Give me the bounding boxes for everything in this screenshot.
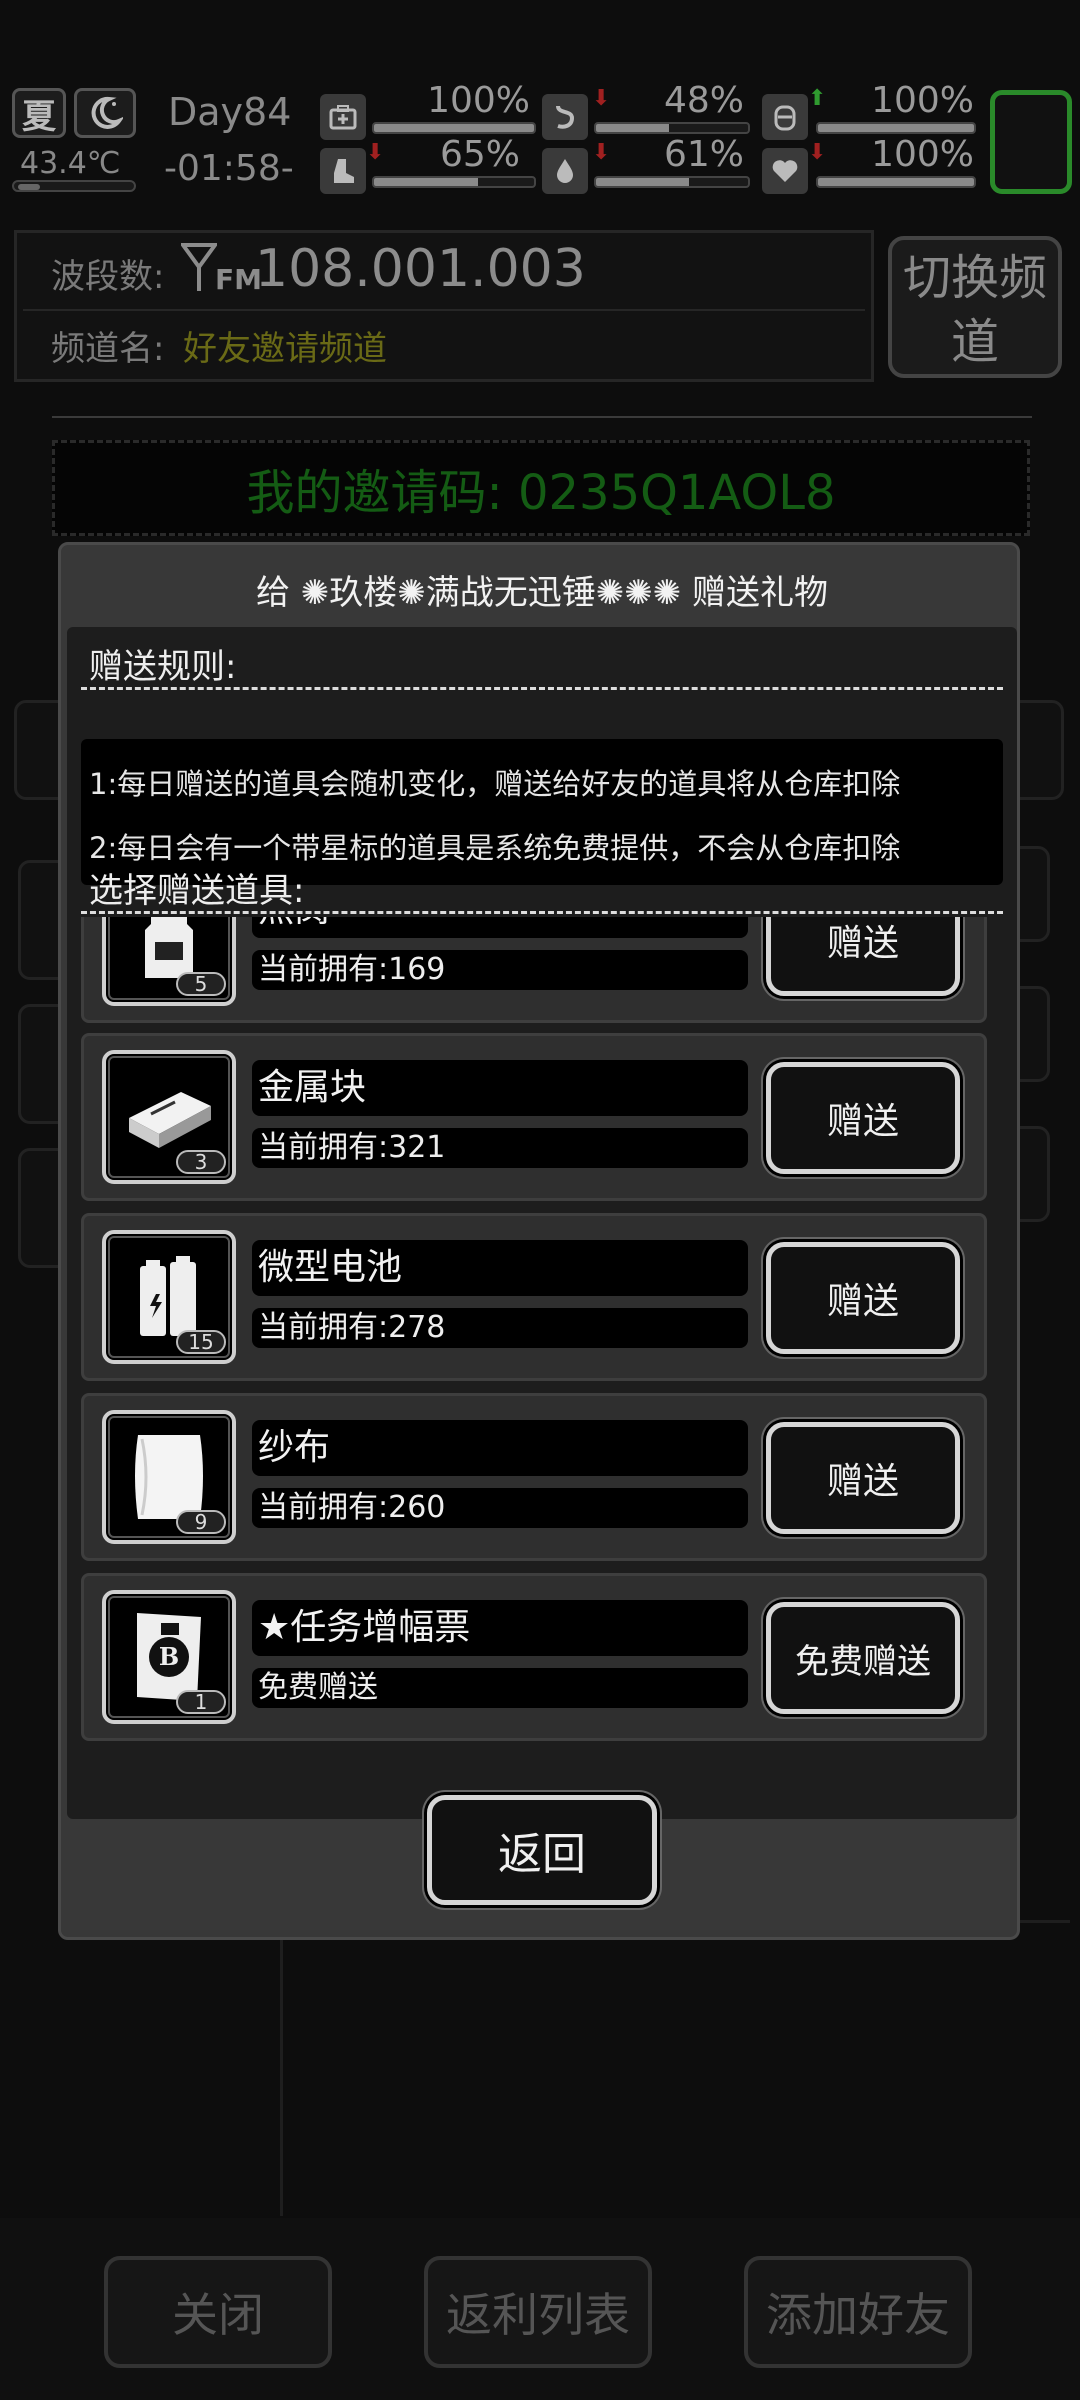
free-gift-button[interactable]: 免费赠送 [766,1602,960,1714]
svg-text:B: B [159,1642,179,1671]
gift-button[interactable]: 赠送 [766,1242,960,1354]
water-drop-icon [542,148,588,194]
rules-divider [81,687,1003,690]
gift-item: 15 微型电池 当前拥有:278 赠送 [81,1213,987,1381]
stamina-bar [372,176,536,188]
hunger-value: 48% [663,80,744,121]
gift-button[interactable]: 赠送 [766,917,960,996]
item-name: 金属块 [252,1060,748,1116]
radio-panel: 波段数: FM 108.001.003 频道名: 好友邀请频道 [14,230,874,382]
switch-channel-button[interactable]: 切换频道 [888,236,1062,378]
energy-fill [818,124,974,132]
mood-bar [816,176,976,188]
gift-item: 9 纱布 当前拥有:260 赠送 [81,1393,987,1561]
item-count-badge: 1 [176,1690,226,1714]
band-label: 波段数: [51,257,165,297]
health-kit-fill [374,124,534,132]
dialog-title: 给 ✺玖楼✺满战无迅锤✺✺✺ 赠送礼物 [255,573,829,613]
boot-icon [320,148,366,194]
hunger-bar [594,122,750,134]
gift-item: B 1 ★任务增幅票 免费赠送 免费赠送 [81,1573,987,1741]
frequency-value: 108.001.003 [255,239,586,299]
day-counter: Day84 [168,90,292,134]
season-indicator: 夏 [12,88,66,138]
moon-icon [74,88,136,138]
mood-value: 100% [871,134,974,175]
select-items-header: 选择赠送道具: [89,871,305,911]
add-friend-button[interactable]: 添加好友 [744,2256,972,2368]
stamina-fill [374,178,478,186]
dialog-content: 赠送规则: 1:每日赠送的道具会随机变化，赠送给好友的道具将从仓库扣除 2:每日… [67,627,1017,1819]
metal-block-icon: 3 [102,1050,236,1184]
item-name: 燕窝 [252,917,748,938]
battery-cell-icon: 15 [102,1230,236,1364]
divider [52,416,1032,418]
gift-item: 3 金属块 当前拥有:321 赠送 [81,1033,987,1201]
rule-line-2: 2:每日会有一个带星标的道具是系统免费提供，不会从仓库扣除 [89,831,901,865]
game-clock: -01:58- [164,148,294,189]
item-owned: 当前拥有:321 [252,1128,748,1168]
item-owned: 免费赠送 [252,1668,748,1708]
hunger-fill [596,124,669,132]
thirst-bar [594,176,750,188]
energy-value: 100% [871,80,974,121]
item-name: 微型电池 [252,1240,748,1296]
stamina-value: 65% [439,134,520,175]
rule-line-1: 1:每日赠送的道具会随机变化，赠送给好友的道具将从仓库扣除 [89,767,901,801]
gift-item-list[interactable]: 5 燕窝 当前拥有:169 赠送 3 金属块 当前拥有:321 赠送 [81,917,1003,1803]
background-panel-edge [280,1920,1070,2216]
game-screen: 夏 43.4℃ Day84 -01:58- 100% ⬇ 48% ⬆ 100% … [0,0,1080,2400]
bottle-icon: 5 [102,917,236,1006]
rebate-list-button[interactable]: 返利列表 [424,2256,652,2368]
rules-header: 赠送规则: [89,647,237,687]
item-count-badge: 15 [176,1330,226,1354]
thirst-fill [596,178,689,186]
mood-fill [818,178,974,186]
channel-name: 好友邀请频道 [183,329,387,369]
item-owned: 当前拥有:260 [252,1488,748,1528]
back-button[interactable]: 返回 [427,1795,657,1905]
item-owned: 当前拥有:169 [252,950,748,990]
health-kit-bar [372,122,536,134]
stomach-icon [542,94,588,140]
item-name: ★任务增幅票 [252,1600,748,1656]
antenna-icon [179,241,219,297]
close-button[interactable]: 关闭 [104,2256,332,2368]
energy-bar [816,122,976,134]
item-name: 纱布 [252,1420,748,1476]
invite-code: 我的邀请码: 0235Q1AOL8 [52,440,1030,536]
battery-icon [762,94,808,140]
temperature-bar [12,180,136,192]
gift-button[interactable]: 赠送 [766,1062,960,1174]
health-kit-value: 100% [427,80,530,121]
thirst-value: 61% [663,134,744,175]
item-count-badge: 3 [176,1150,226,1174]
gift-item: 5 燕窝 当前拥有:169 赠送 [81,917,987,1023]
select-divider [81,911,1003,914]
season-label: 夏 [22,96,56,137]
heart-icon [762,148,808,194]
gift-dialog: 给 ✺玖楼✺满战无迅锤✺✺✺ 赠送礼物 赠送规则: 1:每日赠送的道具会随机变化… [58,542,1020,1940]
device-battery-indicator[interactable] [990,90,1072,194]
medkit-icon [320,94,366,140]
gift-button[interactable]: 赠送 [766,1422,960,1534]
ticket-icon: B 1 [102,1590,236,1724]
item-owned: 当前拥有:278 [252,1308,748,1348]
item-count-badge: 5 [176,972,226,996]
channel-label: 频道名: [51,329,165,369]
gauze-icon: 9 [102,1410,236,1544]
temperature-readout: 43.4℃ [20,146,121,181]
item-count-badge: 9 [176,1510,226,1534]
